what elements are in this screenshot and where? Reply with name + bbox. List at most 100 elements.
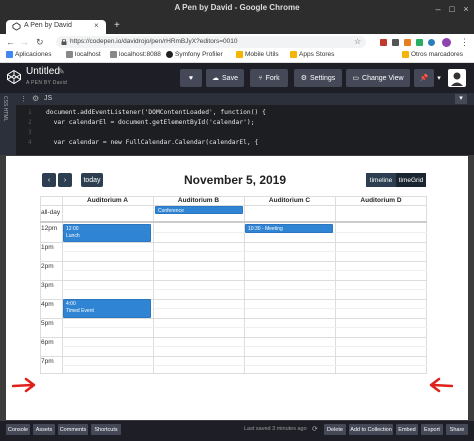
comments-button[interactable]: Comments	[58, 424, 88, 435]
folder-icon	[236, 51, 243, 58]
red-arrow-left-icon	[427, 377, 453, 393]
history-icon[interactable]: ⟳	[312, 425, 318, 433]
minimize-icon[interactable]: –	[433, 4, 443, 14]
chrome-menu-icon[interactable]: ⋮	[460, 36, 469, 48]
bookmark-mobile-utils[interactable]: Mobile Utils	[236, 51, 279, 58]
bookmark-label: Symfony Profiler	[175, 51, 223, 58]
time-label: 4pm	[41, 301, 54, 308]
profile-avatar[interactable]	[442, 38, 451, 47]
event-lunch[interactable]: 12:00 Lunch	[63, 224, 151, 242]
edit-title-pencil-icon[interactable]: ✎	[58, 67, 65, 76]
fork-button[interactable]: ⑂ Fork	[250, 69, 288, 87]
codepen-favicon-icon	[12, 22, 21, 31]
assets-button[interactable]: Assets	[33, 424, 55, 435]
pane-menu-icon[interactable]: ⋮	[20, 95, 27, 103]
bookmark-symfony-profiler[interactable]: Symfony Profiler	[166, 51, 223, 58]
collapsed-pane-labels[interactable]: CSS HTML	[2, 96, 8, 121]
time-label: 7pm	[41, 358, 54, 365]
extension-blue-icon[interactable]	[428, 39, 435, 46]
new-tab-icon[interactable]: +	[114, 20, 120, 31]
half-hour-line	[62, 270, 427, 271]
heart-icon: ♥	[188, 74, 194, 82]
globe-icon	[66, 51, 73, 58]
half-hour-line	[62, 251, 427, 252]
bookmark-aplicaciones[interactable]: Aplicaciones	[6, 51, 52, 58]
event-time: 4:00	[66, 301, 76, 307]
fork-icon: ⑂	[258, 74, 263, 82]
save-button[interactable]: ☁ Save	[206, 69, 244, 87]
time-label: 1pm	[41, 244, 54, 251]
forward-icon[interactable]: →	[20, 36, 29, 48]
export-button[interactable]: Export	[421, 424, 443, 435]
time-label: 5pm	[41, 320, 54, 327]
half-hour-line	[62, 327, 427, 328]
half-hour-line	[62, 289, 427, 290]
view-timegrid-button[interactable]: timeGrid	[396, 173, 426, 187]
line-number: 2	[28, 119, 32, 126]
change-view-button[interactable]: ▭ Change View	[346, 69, 410, 87]
settings-gear-icon[interactable]: ⚙	[32, 94, 39, 103]
bookmark-otros-marcadores[interactable]: Otros marcadores	[402, 51, 463, 58]
code-line[interactable]: var calendar = new FullCalendar.Calendar…	[46, 139, 259, 146]
close-window-icon[interactable]: ×	[461, 4, 471, 14]
event-title: Conference	[158, 208, 184, 214]
event-timed-event[interactable]: 4:00 Timed Event	[63, 299, 151, 318]
console-button[interactable]: Console	[6, 424, 30, 435]
user-avatar[interactable]	[448, 69, 466, 87]
js-pane-header	[16, 93, 474, 105]
code-line[interactable]: document.addEventListener('DOMContentLoa…	[46, 109, 266, 116]
line-number: 4	[28, 139, 32, 146]
delete-button[interactable]: Delete	[324, 424, 346, 435]
event-meeting[interactable]: 10:30 - Meeting	[245, 224, 333, 233]
shortcuts-button[interactable]: Shortcuts	[91, 424, 121, 435]
hour-line	[40, 318, 427, 319]
embed-button[interactable]: Embed	[396, 424, 418, 435]
bookmark-star-icon[interactable]: ☆	[354, 36, 361, 48]
line-number: 3	[28, 129, 32, 136]
event-time: 12:00	[66, 226, 79, 232]
maximize-icon[interactable]: □	[447, 4, 457, 14]
today-button[interactable]: today	[81, 173, 103, 187]
pin-icon: 📌	[419, 75, 429, 82]
tab-close-icon[interactable]: ×	[94, 21, 99, 30]
pen-author[interactable]: A PEN BY David	[26, 80, 67, 86]
bookmark-label: Mobile Utils	[245, 51, 279, 58]
prev-button[interactable]: ‹	[42, 173, 56, 187]
extension-red-icon[interactable]	[380, 39, 387, 46]
time-label: 2pm	[41, 263, 54, 270]
half-hour-line	[62, 365, 427, 366]
love-button[interactable]: ♥	[180, 69, 202, 87]
extension-orange-icon[interactable]	[404, 39, 411, 46]
next-button[interactable]: ›	[58, 173, 72, 187]
folder-icon	[290, 51, 297, 58]
allday-separator	[40, 221, 427, 223]
view-timeline-button[interactable]: timeline	[366, 173, 396, 187]
event-title: Timed Event	[66, 308, 94, 314]
bookmark-localhost[interactable]: localhost	[66, 51, 101, 58]
hour-line	[40, 242, 427, 243]
hour-line	[40, 337, 427, 338]
extension-dark-icon[interactable]	[392, 39, 399, 46]
code-line[interactable]: var calendarEl = document.getElementById…	[46, 119, 255, 126]
time-label: 12pm	[41, 225, 58, 232]
share-button[interactable]: Share	[446, 424, 468, 435]
folder-icon	[402, 51, 409, 58]
url-text: https://codepen.io/davidrojo/pen/rHRmBJy…	[70, 38, 238, 45]
reload-icon[interactable]: ↻	[36, 36, 44, 48]
pane-collapse-chevron-icon[interactable]: ▾	[455, 94, 467, 104]
back-icon[interactable]: ←	[6, 36, 15, 48]
bookmark-apps-stores[interactable]: Apps Stores	[290, 51, 334, 58]
event-conference[interactable]: Conference	[155, 206, 243, 214]
codepen-logo-icon[interactable]	[6, 69, 22, 85]
hour-line	[40, 280, 427, 281]
pin-button[interactable]: 📌	[414, 69, 434, 87]
bookmark-localhost-8088[interactable]: localhost:8088	[110, 51, 161, 58]
last-saved-status: Last saved 3 minutes ago	[244, 426, 307, 432]
bookmark-label: Apps Stores	[299, 51, 335, 58]
extension-green-icon[interactable]	[416, 39, 423, 46]
time-label: 6pm	[41, 339, 54, 346]
pen-title[interactable]: Untitled	[26, 66, 60, 77]
add-to-collection-button[interactable]: Add to Collection	[349, 424, 393, 435]
pin-dropdown-chevron-icon[interactable]: ▾	[436, 69, 442, 87]
settings-button[interactable]: ⚙ Settings	[294, 69, 342, 87]
